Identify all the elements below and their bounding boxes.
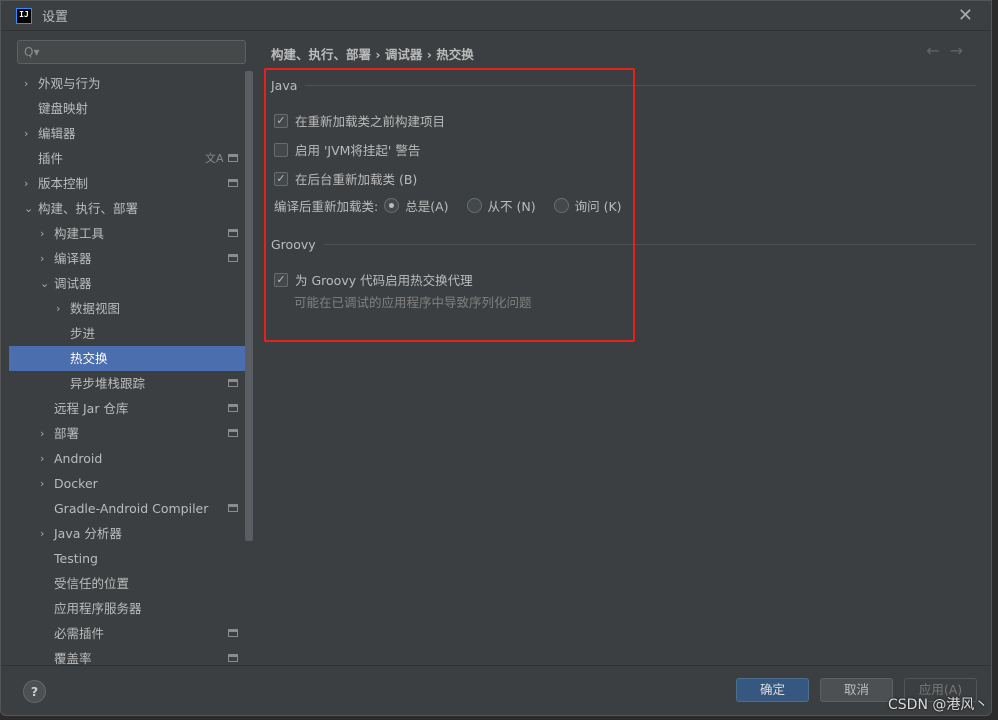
sidebar-item-label: 受信任的位置 bbox=[54, 576, 130, 591]
sidebar-item[interactable]: › Android bbox=[9, 446, 253, 471]
chevron-down-icon[interactable]: ⌄ bbox=[40, 271, 49, 296]
chevron-right-icon[interactable]: › bbox=[24, 171, 28, 196]
sidebar-item[interactable]: 必需插件 bbox=[9, 621, 253, 646]
sidebar-item[interactable]: 插件 文A bbox=[9, 146, 253, 171]
sidebar-item[interactable]: › 版本控制 bbox=[9, 171, 253, 196]
sidebar-item-label: Testing bbox=[54, 551, 98, 566]
project-scope-icon bbox=[228, 179, 238, 187]
sidebar-item-label: Gradle-Android Compiler bbox=[54, 501, 209, 516]
sidebar-item[interactable]: 远程 Jar 仓库 bbox=[9, 396, 253, 421]
project-scope-icon bbox=[228, 629, 238, 637]
sidebar-item[interactable]: 热交换 bbox=[9, 346, 253, 371]
sidebar-item-label: 调试器 bbox=[54, 276, 92, 291]
chevron-right-icon[interactable]: › bbox=[40, 521, 44, 546]
project-scope-icon bbox=[228, 504, 238, 512]
chevron-right-icon[interactable]: › bbox=[40, 446, 44, 471]
sidebar-item-label: 热交换 bbox=[70, 351, 108, 366]
chevron-right-icon[interactable]: › bbox=[40, 221, 44, 246]
project-scope-icon bbox=[228, 254, 238, 262]
sidebar-item[interactable]: 步进 bbox=[9, 321, 253, 346]
sidebar-item[interactable]: › Java 分析器 bbox=[9, 521, 253, 546]
ok-button[interactable]: 确定 bbox=[736, 678, 809, 702]
project-scope-icon bbox=[228, 429, 238, 437]
project-scope-icon bbox=[228, 229, 238, 237]
project-scope-icon bbox=[228, 154, 238, 162]
settings-sidebar: Q▾ › 外观与行为键盘映射 › 编辑器插件 文A › 版本控制 ⌄ 构建、执行、部署 › 构建工具… bbox=[1, 31, 254, 666]
sidebar-item-label: 键盘映射 bbox=[38, 101, 89, 116]
sidebar-item-label: Docker bbox=[54, 476, 98, 491]
forward-arrow-icon[interactable]: → bbox=[950, 41, 973, 60]
project-scope-icon bbox=[228, 654, 238, 662]
sidebar-item[interactable]: › 数据视图 bbox=[9, 296, 253, 321]
sidebar-item[interactable]: 异步堆栈跟踪 bbox=[9, 371, 253, 396]
sidebar-item[interactable]: › 编辑器 bbox=[9, 121, 253, 146]
sidebar-item[interactable]: ⌄ 调试器 bbox=[9, 271, 253, 296]
settings-dialog: IJ 设置 ✕ Q▾ › 外观与行为键盘映射 › 编辑器插件 文A › 版本控制 ⌄ 构建、执行… bbox=[0, 0, 992, 716]
sidebar-item[interactable]: › Docker bbox=[9, 471, 253, 496]
cancel-button[interactable]: 取消 bbox=[820, 678, 893, 702]
chevron-right-icon[interactable]: › bbox=[40, 471, 44, 496]
sidebar-item-label: 构建工具 bbox=[54, 226, 105, 241]
watermark: CSDN @港风丶 bbox=[888, 697, 989, 713]
chevron-down-icon[interactable]: ⌄ bbox=[24, 196, 33, 221]
sidebar-item-label: 远程 Jar 仓库 bbox=[54, 401, 129, 416]
chevron-right-icon[interactable]: › bbox=[40, 421, 44, 446]
sidebar-item[interactable]: › 外观与行为 bbox=[9, 71, 253, 96]
sidebar-item-label: 应用程序服务器 bbox=[54, 601, 142, 616]
sidebar-item-label: 构建、执行、部署 bbox=[38, 201, 139, 216]
translate-icon: 文A bbox=[205, 152, 224, 165]
project-scope-icon bbox=[228, 404, 238, 412]
sidebar-item-label: 版本控制 bbox=[38, 176, 89, 191]
sidebar-item-label: 部署 bbox=[54, 426, 80, 441]
project-scope-icon bbox=[228, 379, 238, 387]
history-nav: ←→ bbox=[926, 41, 973, 60]
sidebar-item-label: Java 分析器 bbox=[54, 526, 122, 541]
help-button[interactable]: ? bbox=[23, 680, 46, 703]
sidebar-scrollbar[interactable] bbox=[245, 71, 253, 541]
sidebar-item[interactable]: Gradle-Android Compiler bbox=[9, 496, 253, 521]
sidebar-item[interactable]: Testing bbox=[9, 546, 253, 571]
chevron-right-icon[interactable]: › bbox=[24, 71, 28, 96]
sidebar-item-label: 数据视图 bbox=[70, 301, 121, 316]
intellij-logo-icon: IJ bbox=[16, 7, 32, 24]
close-icon[interactable]: ✕ bbox=[958, 5, 973, 26]
back-arrow-icon[interactable]: ← bbox=[926, 41, 949, 60]
sidebar-item[interactable]: 受信任的位置 bbox=[9, 571, 253, 596]
sidebar-item[interactable]: › 构建工具 bbox=[9, 221, 253, 246]
window-title: 设置 bbox=[42, 10, 69, 25]
sidebar-item-label: Android bbox=[54, 451, 103, 466]
sidebar-item-label: 编辑器 bbox=[38, 126, 76, 141]
sidebar-item[interactable]: 键盘映射 bbox=[9, 96, 253, 121]
chevron-right-icon[interactable]: › bbox=[24, 121, 28, 146]
breadcrumb: 构建、执行、部署 › 调试器 › 热交换 bbox=[271, 47, 474, 62]
sidebar-item[interactable]: ⌄ 构建、执行、部署 bbox=[9, 196, 253, 221]
sidebar-item[interactable]: › 编译器 bbox=[9, 246, 253, 271]
sidebar-item-label: 步进 bbox=[70, 326, 96, 341]
sidebar-item-label: 编译器 bbox=[54, 251, 92, 266]
sidebar-item-label: 必需插件 bbox=[54, 626, 105, 641]
chevron-right-icon[interactable]: › bbox=[40, 246, 44, 271]
chevron-right-icon[interactable]: › bbox=[56, 296, 60, 321]
sidebar-item[interactable]: › 部署 bbox=[9, 421, 253, 446]
search-input[interactable]: Q▾ bbox=[17, 40, 246, 64]
sidebar-item-label: 插件 bbox=[38, 151, 64, 166]
sidebar-item[interactable]: 应用程序服务器 bbox=[9, 596, 253, 621]
title-bar: IJ 设置 ✕ bbox=[1, 1, 991, 31]
highlight-box bbox=[264, 68, 635, 342]
sidebar-item-label: 外观与行为 bbox=[38, 76, 101, 91]
sidebar-item-label: 异步堆栈跟踪 bbox=[70, 376, 146, 391]
dialog-footer: ? 确定 取消 应用(A) bbox=[1, 665, 991, 715]
